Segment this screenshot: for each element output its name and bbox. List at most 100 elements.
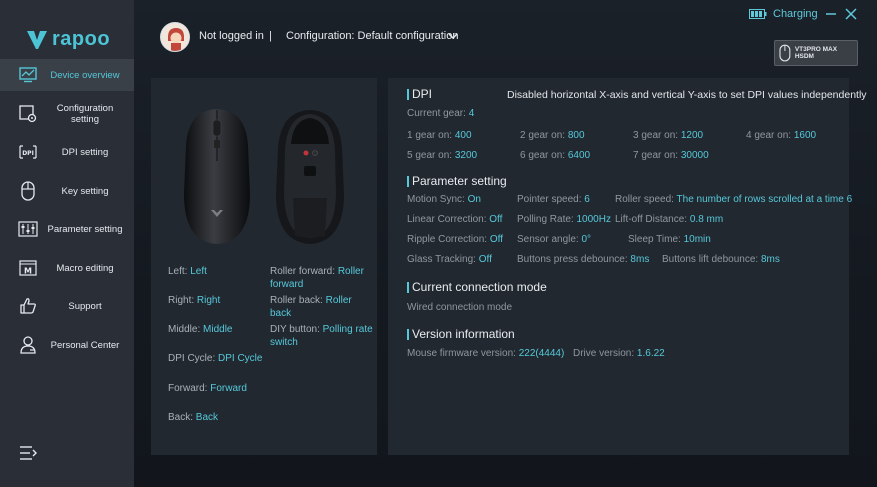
row-value: 0° (581, 234, 592, 245)
row-value: 6 (584, 194, 590, 205)
section-title-text: DPI (412, 87, 433, 101)
sidebar-item-support[interactable]: Support (0, 290, 134, 322)
row-label: Drive version: (573, 348, 635, 359)
minimize-icon[interactable] (824, 7, 838, 21)
mouse-bottom-view-image (276, 110, 344, 244)
mouse-icon (18, 181, 38, 201)
device-name: VT3PRO MAX HSDM (794, 46, 838, 60)
collapse-menu-icon[interactable] (19, 444, 37, 462)
row-label: Linear Correction: (407, 214, 487, 225)
charging-label: Charging (773, 8, 818, 20)
user-icon (18, 335, 38, 355)
row-value: Off (489, 234, 503, 245)
button-mapping-diy: DIY button: Polling rate switch (270, 323, 374, 349)
mapping-value[interactable]: Middle (203, 324, 232, 335)
param-linear-correction: Linear Correction: Off (407, 214, 502, 225)
sidebar-item-personal-center[interactable]: Personal Center (0, 329, 134, 361)
configuration-selector[interactable]: Configuration: Default configuration (286, 30, 458, 42)
close-icon[interactable] (844, 7, 858, 21)
monitor-icon (18, 65, 38, 85)
mapping-label: Right: (168, 295, 195, 306)
connection-mode: Wired connection mode (407, 302, 512, 313)
row-value: The number of rows scrolled at a time 6 (676, 194, 853, 205)
login-status[interactable]: Not logged in (199, 30, 264, 42)
section-title-text: Current connection mode (412, 280, 547, 294)
version-section-title: Version information (407, 327, 515, 341)
row-label: Glass Tracking: (407, 254, 476, 265)
rapoo-logo-mark-icon (27, 30, 47, 49)
sidebar-item-label: Macro editing (56, 262, 114, 274)
row-value: 222(4444) (518, 348, 565, 359)
dpi-gear-3: 3 gear on: 1200 (633, 130, 703, 141)
dpi-gear-6: 6 gear on: 6400 (520, 150, 590, 161)
sidebar-item-key-setting[interactable]: Key setting (0, 175, 134, 207)
dpi-gear-7: 7 gear on: 30000 (633, 150, 709, 161)
mapping-label: Back: (168, 412, 194, 423)
row-label: 5 gear on: (407, 150, 453, 161)
dpi-current-gear: Current gear: 4 (407, 108, 474, 119)
mapping-label: Left: (168, 266, 188, 277)
row-value: 400 (454, 130, 472, 141)
mapping-value[interactable]: DPI Cycle (218, 353, 262, 364)
row-value: 1000Hz (576, 214, 611, 225)
driver-version: Drive version: 1.6.22 (573, 348, 665, 359)
row-value: 30000 (680, 150, 709, 161)
row-label: Lift-off Distance: (615, 214, 688, 225)
avatar[interactable] (160, 22, 190, 52)
parameter-section-title: Parameter setting (407, 174, 507, 188)
dpi-gear-4: 4 gear on: 1600 (746, 130, 816, 141)
row-label: 2 gear on: (520, 130, 566, 141)
row-value: 6400 (567, 150, 591, 161)
row-value: 1600 (793, 130, 817, 141)
row-label: 3 gear on: (633, 130, 679, 141)
button-mapping-left: Left: Left (168, 265, 207, 278)
rapoo-logo: rapoo (26, 28, 110, 51)
param-glass-tracking: Glass Tracking: Off (407, 254, 492, 265)
sidebar-item-dpi-setting[interactable]: DPI DPI setting (0, 136, 134, 168)
sidebar-item-label: Device overview (50, 69, 120, 81)
row-label: Mouse firmware version: (407, 348, 516, 359)
sidebar-item-macro-editing[interactable]: M Macro editing (0, 252, 134, 284)
mapping-label: DIY button: (270, 324, 320, 335)
mapping-label: Forward: (168, 383, 208, 394)
row-value: 10min (683, 234, 711, 245)
row-label: Motion Sync: (407, 194, 465, 205)
mapping-value[interactable]: Left (190, 266, 207, 277)
row-label: Ripple Correction: (407, 234, 488, 245)
sidebar-item-device-overview[interactable]: Device overview (0, 59, 134, 91)
row-label: Sensor angle: (517, 234, 579, 245)
chevron-down-icon[interactable] (447, 31, 459, 41)
row-label: Polling Rate: (517, 214, 574, 225)
param-press-debounce: Buttons press debounce: 8ms (517, 254, 649, 265)
device-selector[interactable]: VT3PRO MAX HSDM (774, 40, 858, 66)
row-label: Buttons lift debounce: (662, 254, 759, 265)
row-label: Roller speed: (615, 194, 674, 205)
button-mapping-roller-forward: Roller forward: Roller forward (270, 265, 374, 291)
button-mapping-right: Right: Right (168, 294, 220, 307)
row-label: 7 gear on: (633, 150, 679, 161)
sidebar-item-configuration-setting[interactable]: Configuration setting (0, 98, 134, 130)
row-label: Current gear: (407, 108, 466, 119)
row-label: Sleep Time: (628, 234, 681, 245)
mouse-top-view-image (184, 109, 250, 244)
param-motion-sync: Motion Sync: On (407, 194, 481, 205)
row-label: 4 gear on: (746, 130, 792, 141)
param-sleep-time: Sleep Time: 10min (628, 234, 711, 245)
mapping-value[interactable]: Back (196, 412, 218, 423)
sidebar-item-label: Personal Center (50, 339, 120, 351)
sidebar-item-label: Support (68, 300, 102, 312)
mapping-label: Middle: (168, 324, 201, 335)
mapping-value[interactable]: Right (197, 295, 220, 306)
button-mapping-dpi-cycle: DPI Cycle: DPI Cycle (168, 352, 262, 365)
sidebar-item-label: DPI setting (61, 146, 109, 158)
sidebar-item-parameter-setting[interactable]: Parameter setting (0, 213, 134, 245)
mapping-value[interactable]: Forward (210, 383, 247, 394)
row-value: Wired connection mode (407, 302, 513, 313)
row-value: 0.8 mm (689, 214, 724, 225)
row-value: Off (489, 214, 503, 225)
section-title-text: Parameter setting (412, 174, 507, 188)
row-value: On (467, 194, 481, 205)
row-value: 800 (567, 130, 585, 141)
param-lift-debounce: Buttons lift debounce: 8ms (662, 254, 780, 265)
row-value: 1200 (680, 130, 704, 141)
